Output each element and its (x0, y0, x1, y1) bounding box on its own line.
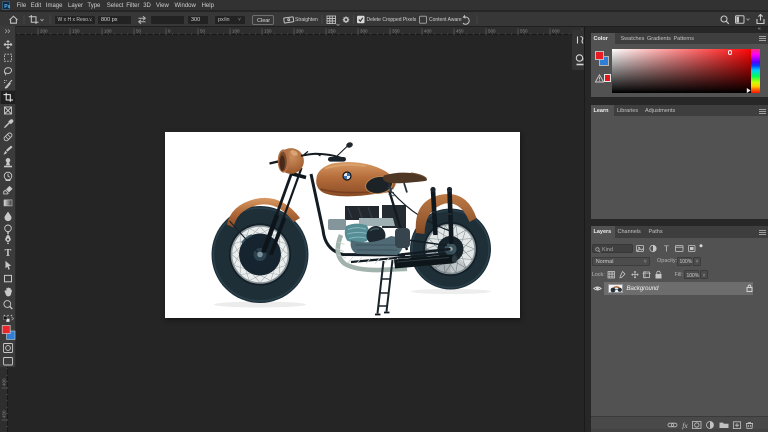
svg-text:0: 0 (168, 29, 171, 34)
svg-text:T: T (664, 245, 669, 254)
svg-text:fx: fx (682, 421, 688, 430)
svg-text:T: T (5, 248, 12, 259)
svg-text:100: 100 (104, 29, 112, 34)
svg-text:300: 300 (360, 29, 368, 34)
svg-text:100: 100 (232, 29, 240, 34)
svg-text:200: 200 (40, 29, 48, 34)
svg-text:50: 50 (200, 29, 206, 34)
svg-text:50: 50 (136, 29, 142, 34)
svg-text:450: 450 (2, 410, 7, 418)
svg-text:450: 450 (456, 29, 464, 34)
svg-text:600: 600 (552, 29, 560, 34)
svg-text:250: 250 (328, 29, 336, 34)
svg-text:400: 400 (2, 378, 7, 386)
svg-text:500: 500 (488, 29, 496, 34)
svg-text:150: 150 (264, 29, 272, 34)
svg-text:550: 550 (520, 29, 528, 34)
svg-text:200: 200 (296, 29, 304, 34)
svg-text:400: 400 (424, 29, 432, 34)
svg-text:350: 350 (392, 29, 400, 34)
svg-text:150: 150 (72, 29, 80, 34)
